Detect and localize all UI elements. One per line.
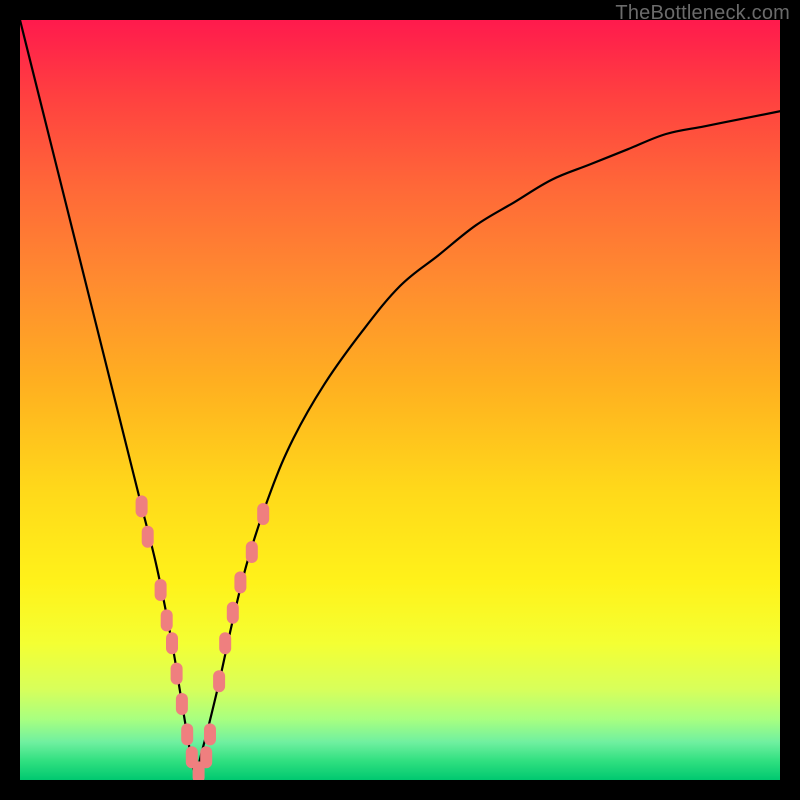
chart-plot-area <box>20 20 780 780</box>
marker-dot <box>246 541 258 563</box>
marker-dot <box>166 632 178 654</box>
marker-dot <box>155 579 167 601</box>
marker-dot <box>171 663 183 685</box>
marker-dot <box>257 503 269 525</box>
watermark-text: TheBottleneck.com <box>615 2 790 25</box>
marker-dot <box>234 571 246 593</box>
marker-dot <box>142 526 154 548</box>
marker-dot <box>181 723 193 745</box>
marker-dot <box>200 746 212 768</box>
marker-dot <box>176 693 188 715</box>
marker-dot <box>204 723 216 745</box>
marker-dot <box>227 602 239 624</box>
curve-markers <box>136 495 270 780</box>
marker-dot <box>161 609 173 631</box>
marker-dot <box>219 632 231 654</box>
marker-dot <box>213 670 225 692</box>
chart-svg <box>20 20 780 780</box>
marker-dot <box>136 495 148 517</box>
bottleneck-curve <box>20 20 780 773</box>
